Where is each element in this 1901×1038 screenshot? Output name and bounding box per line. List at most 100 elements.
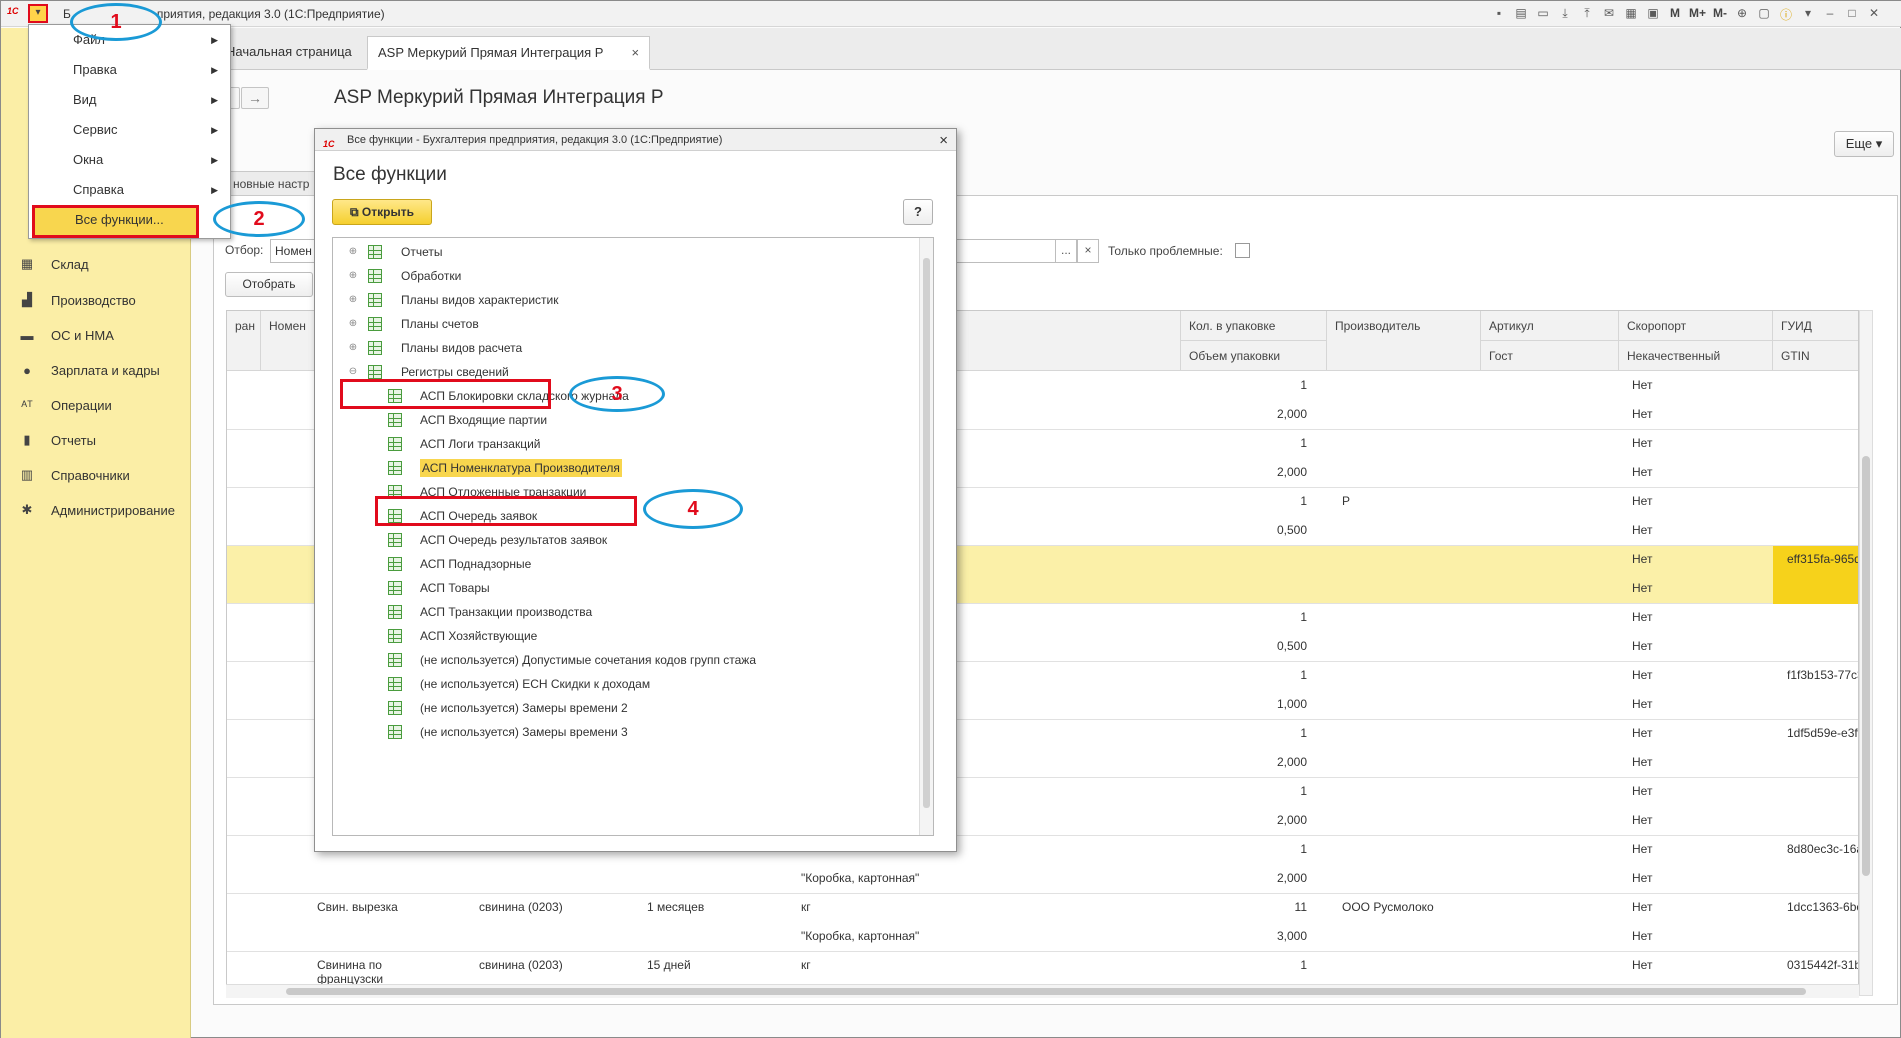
column-header-spoilage[interactable]: Скоропорт xyxy=(1619,311,1773,341)
select-button[interactable]: Отобрать xyxy=(225,272,313,297)
more-button[interactable]: Еще ▾ xyxy=(1834,131,1894,157)
scroll-thumb[interactable] xyxy=(286,988,1806,995)
tab-home[interactable]: Начальная страница xyxy=(216,36,362,70)
cell-qty: 1 xyxy=(1300,494,1307,508)
help-button[interactable]: ? xyxy=(903,199,933,225)
expand-icon[interactable]: ⊕ xyxy=(347,240,359,264)
calculator-icon[interactable]: ▦ xyxy=(1623,6,1639,23)
cell-package: "Коробка, картонная" xyxy=(801,929,920,943)
column-header[interactable]: Номен xyxy=(261,311,321,371)
menu-item-windows[interactable]: Окна ▶ xyxy=(29,145,230,175)
menu-item-all-functions[interactable]: Все функции... xyxy=(32,205,199,238)
memory-minus-button[interactable]: M- xyxy=(1712,6,1728,23)
scroll-thumb[interactable] xyxy=(923,258,930,808)
chevron-down-icon[interactable]: ▾ xyxy=(1800,6,1816,23)
annotation-highlight-nomenclature xyxy=(375,496,637,526)
sidebar-item-catalogs[interactable]: ▥ Справочники xyxy=(19,464,130,486)
tree-item[interactable]: АСП Хозяйствующие xyxy=(333,624,913,648)
tree-group[interactable]: ⊕ Обработки xyxy=(333,264,913,288)
menu-item-edit[interactable]: Правка ▶ xyxy=(29,55,230,85)
memory-button[interactable]: M xyxy=(1667,6,1683,23)
sidebar-item-production[interactable]: ▟ Производство xyxy=(19,289,136,311)
column-header-gost[interactable]: Гост xyxy=(1481,341,1619,371)
print-icon[interactable]: ▤ xyxy=(1513,6,1529,23)
tab-main-settings[interactable]: новные настр xyxy=(226,171,317,195)
tree-item[interactable]: (не используется) Замеры времени 2 xyxy=(333,696,913,720)
tree-item[interactable]: АСП Товары xyxy=(333,576,913,600)
register-icon xyxy=(388,413,402,427)
cell-qty: 1 xyxy=(1300,958,1307,972)
tree-scrollbar[interactable] xyxy=(919,238,933,835)
expand-icon[interactable]: ⊕ xyxy=(347,264,359,288)
column-header[interactable]: ран xyxy=(227,311,261,371)
tree-item[interactable]: (не используется) Замеры времени 3 xyxy=(333,720,913,744)
save-icon[interactable]: ▪ xyxy=(1491,6,1507,23)
cell-volume: 2,000 xyxy=(1276,871,1307,885)
tree-item[interactable]: АСП Транзакции производства xyxy=(333,600,913,624)
table-row[interactable] xyxy=(227,894,1858,952)
tree-item-label: АСП Товары xyxy=(420,581,490,595)
cell-volume: 2,000 xyxy=(1276,407,1307,421)
tree-item[interactable]: (не используется) ЕСН Скидки к доходам xyxy=(333,672,913,696)
filter-field[interactable]: Номен xyxy=(270,239,316,263)
expand-icon[interactable]: ⊕ xyxy=(347,312,359,336)
minimize-icon[interactable]: – xyxy=(1822,6,1838,23)
tree-item[interactable]: АСП Логи транзакций xyxy=(333,432,913,456)
close-icon[interactable]: × xyxy=(939,130,948,152)
open-button[interactable]: ⧉ Открыть xyxy=(332,199,432,225)
close-icon[interactable]: ✕ xyxy=(1866,6,1882,23)
column-header-qty[interactable]: Кол. в упаковке xyxy=(1181,311,1327,341)
main-menu-button[interactable]: ▾ xyxy=(28,4,48,23)
menu-item-view[interactable]: Вид ▶ xyxy=(29,85,230,115)
column-header-gtin[interactable]: GTIN xyxy=(1773,341,1858,371)
column-header-guid[interactable]: ГУИД xyxy=(1773,311,1858,341)
app-logo: 1С xyxy=(323,139,335,149)
table-horizontal-scrollbar[interactable] xyxy=(226,984,1859,998)
tree-group[interactable]: ⊕ Планы видов расчета xyxy=(333,336,913,360)
column-header-producer[interactable]: Производитель xyxy=(1327,311,1481,371)
sidebar-item-salary[interactable]: ● Зарплата и кадры xyxy=(19,359,160,381)
tree-group[interactable]: ⊕ Отчеты xyxy=(333,240,913,264)
memory-plus-button[interactable]: M+ xyxy=(1689,6,1706,23)
filter-clear-button[interactable]: × xyxy=(1077,239,1099,263)
sidebar-item-operations[interactable]: ᴬᵀ Операции xyxy=(19,394,112,416)
maximize-icon[interactable]: □ xyxy=(1844,6,1860,23)
expand-icon[interactable]: ⊕ xyxy=(347,336,359,360)
column-header-volume[interactable]: Объем упаковки xyxy=(1181,341,1327,371)
tree-item[interactable]: АСП Поднадзорные xyxy=(333,552,913,576)
tree-item[interactable]: АСП Номенклатура Производителя xyxy=(333,456,913,480)
filter-select-button[interactable]: ... xyxy=(1055,239,1077,263)
menu-item-help[interactable]: Справка ▶ xyxy=(29,175,230,205)
sidebar-item-warehouse[interactable]: ▦ Склад xyxy=(19,253,89,275)
forward-button[interactable]: → xyxy=(241,87,269,109)
calc-types-icon xyxy=(368,341,382,355)
tree-group[interactable]: ⊕ Планы видов характеристик xyxy=(333,288,913,312)
cell-spoilage: Нет xyxy=(1632,378,1653,392)
sidebar-item-reports[interactable]: ▮ Отчеты xyxy=(19,429,96,451)
menu-item-service[interactable]: Сервис ▶ xyxy=(29,115,230,145)
tab-asp-mercury[interactable]: ASP Меркурий Прямая Интеграция Р × xyxy=(367,36,651,70)
close-icon[interactable]: × xyxy=(631,45,639,60)
upload-icon[interactable]: ⤒ xyxy=(1579,6,1595,23)
cell-qty: 1 xyxy=(1300,726,1307,740)
only-problem-checkbox[interactable] xyxy=(1235,243,1250,258)
calendar-icon[interactable]: ▣ xyxy=(1645,6,1661,23)
column-header-article[interactable]: Артикул xyxy=(1481,311,1619,341)
column-header-defective[interactable]: Некачественный xyxy=(1619,341,1773,371)
download-icon[interactable]: ⤓ xyxy=(1557,6,1573,23)
tree-item[interactable]: (не используется) Допустимые сочетания к… xyxy=(333,648,913,672)
zoom-icon[interactable]: ⊕ xyxy=(1734,6,1750,23)
mail-icon[interactable]: ✉ xyxy=(1601,6,1617,23)
sidebar-item-assets[interactable]: ▬ ОС и НМА xyxy=(19,324,114,346)
table-vertical-scrollbar[interactable] xyxy=(1859,310,1873,996)
tree-group[interactable]: ⊕ Планы счетов xyxy=(333,312,913,336)
info-icon[interactable]: ⓘ xyxy=(1778,6,1794,23)
expand-icon[interactable]: ⊕ xyxy=(347,288,359,312)
tree-item[interactable]: АСП Очередь результатов заявок xyxy=(333,528,913,552)
annotation-step-3: 3 xyxy=(569,376,665,412)
scroll-thumb[interactable] xyxy=(1862,456,1870,876)
sidebar-item-admin[interactable]: ✱ Администрирование xyxy=(19,499,175,521)
restore-icon[interactable]: ▢ xyxy=(1756,6,1772,23)
copy-icon[interactable]: ▭ xyxy=(1535,6,1551,23)
operations-icon: ᴬᵀ xyxy=(21,397,33,413)
